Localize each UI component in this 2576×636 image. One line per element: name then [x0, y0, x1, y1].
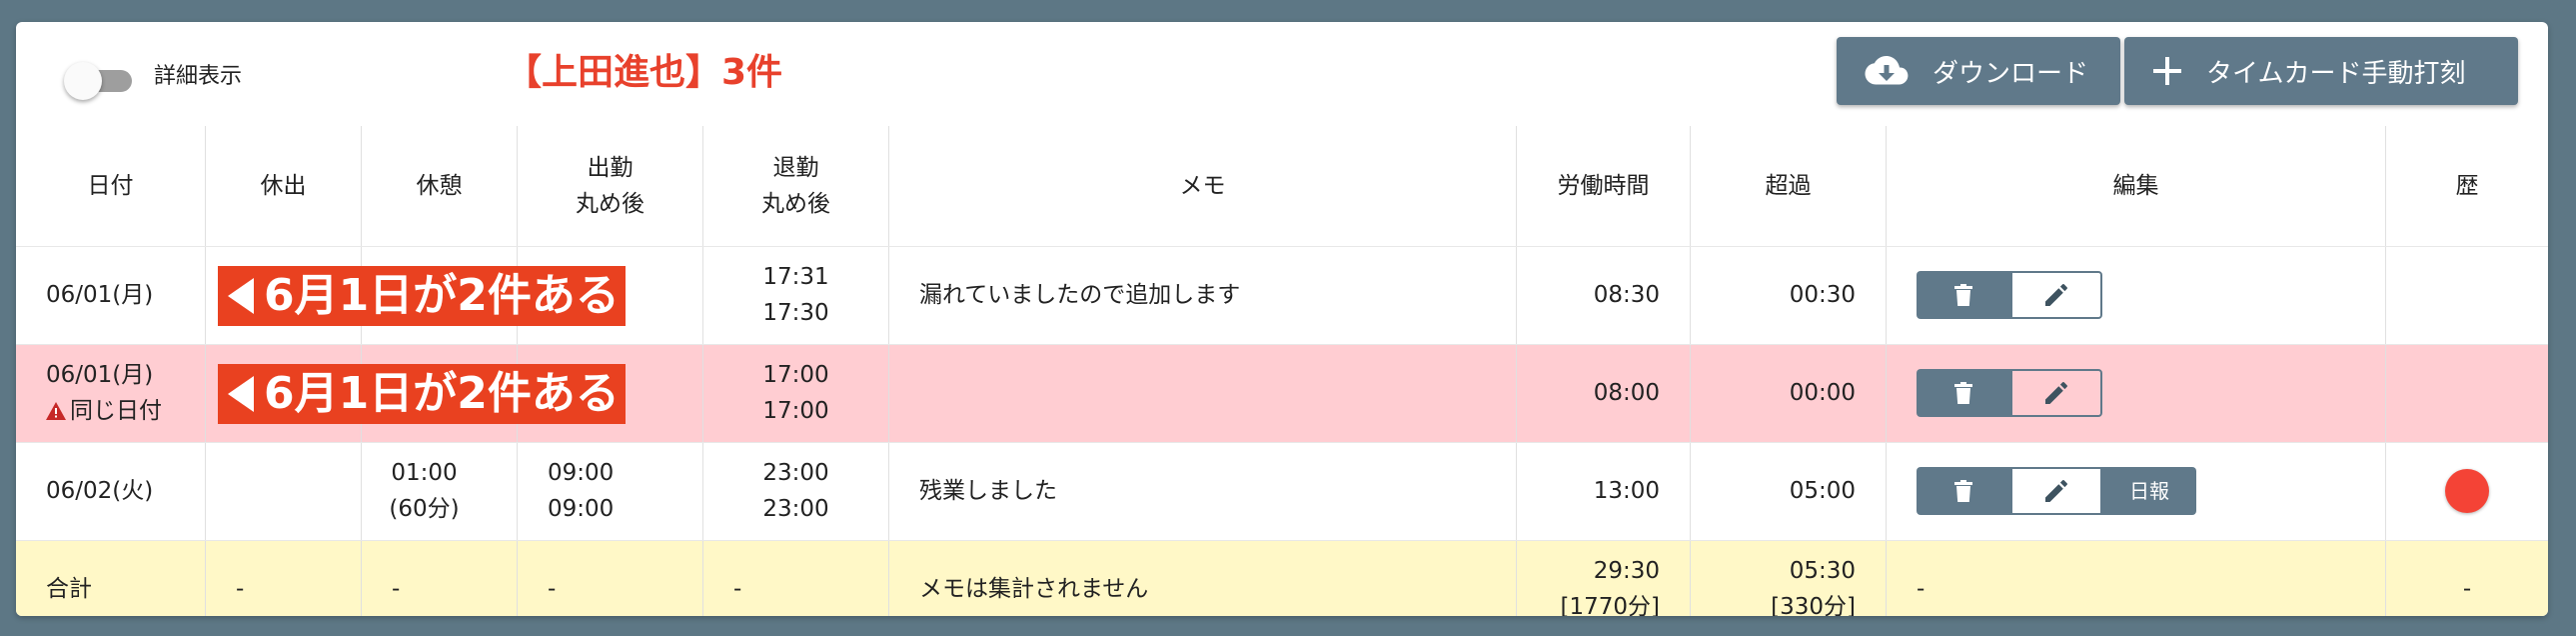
header-clock-out: 退勤 丸め後: [703, 126, 889, 246]
duplicate-date-callout: 6月1日が2件ある: [218, 364, 626, 424]
row-clock-out: 17:00 17:00: [703, 344, 889, 442]
edit-button[interactable]: [2010, 271, 2102, 319]
header-kyushutsu: 休出: [206, 126, 362, 246]
row-date: 06/01(月) 同じ日付: [16, 344, 206, 442]
row-divider: [16, 246, 2548, 247]
detail-toggle-label: 詳細表示: [154, 64, 243, 89]
row-divider: [16, 540, 2548, 541]
row-rest: 01:00 (60分): [362, 442, 518, 540]
row-actions: [1917, 271, 2385, 319]
table-header: 日付 休出 休憩 出勤 丸め後 退勤 丸め後 メモ 労働時間 超過 編集 歴: [16, 126, 2548, 246]
total-clock-out: -: [703, 540, 889, 616]
trash-icon: [1954, 480, 1972, 502]
total-history: -: [2462, 576, 2472, 602]
trash-icon: [1954, 382, 1972, 404]
left-arrow-icon: [228, 278, 254, 314]
row-overtime: 00:30: [1691, 246, 1887, 344]
daily-report-button[interactable]: 日報: [2102, 467, 2196, 515]
row-memo: 残業しました: [889, 442, 1517, 540]
left-arrow-icon: [228, 376, 254, 412]
pencil-icon: [2045, 480, 2067, 502]
row-edit-cell: 日報: [1887, 442, 2386, 540]
row-actions: 日報: [1917, 467, 2385, 515]
row-divider: [16, 344, 2548, 345]
delete-button[interactable]: [1917, 271, 2010, 319]
duplicate-warning: 同じ日付: [46, 393, 205, 429]
total-clock-in: -: [518, 540, 703, 616]
row-clock-out: 17:31 17:30: [703, 246, 889, 344]
row-history: [2386, 246, 2548, 344]
row-clock-out: 23:00 23:00: [703, 442, 889, 540]
pencil-icon: [2045, 382, 2067, 404]
row-memo: [889, 344, 1517, 442]
history-indicator[interactable]: [2445, 469, 2489, 513]
total-row: 合計 - - - - メモは集計されません 29:30 [1770分] 05:30…: [16, 540, 2548, 616]
header-overtime: 超過: [1691, 126, 1887, 246]
row-clock-in: 09:00 09:00: [518, 442, 703, 540]
total-kyushutsu: -: [206, 540, 362, 616]
trash-icon: [1954, 284, 1972, 306]
row-date: 06/01(月): [16, 246, 206, 344]
duplicate-date-callout: 6月1日が2件ある: [218, 266, 626, 326]
toggle-knob: [64, 62, 102, 100]
total-label: 合計: [16, 540, 206, 616]
row-divider: [16, 442, 2548, 443]
header-rest: 休憩: [362, 126, 518, 246]
row-overtime: 05:00: [1691, 442, 1887, 540]
row-overtime: 00:00: [1691, 344, 1887, 442]
row-memo: 漏れていましたので追加します: [889, 246, 1517, 344]
download-button[interactable]: ダウンロード: [1837, 37, 2120, 105]
row-edit-cell: [1887, 246, 2386, 344]
timecard-card: 詳細表示 【上田進也】3件 ダウンロード タイムカード手動打刻 日付 休出 休憩…: [16, 22, 2548, 616]
page-title: 【上田進也】3件: [506, 52, 783, 93]
header-edit: 編集: [1887, 126, 2386, 246]
cloud-download-icon: [1865, 56, 1909, 85]
warning-icon: [46, 402, 66, 420]
row-kyushutsu: [206, 442, 362, 540]
row-history: [2386, 442, 2548, 540]
header-date: 日付: [16, 126, 206, 246]
row-history: [2386, 344, 2548, 442]
plus-icon: [2153, 57, 2181, 85]
row-edit-cell: [1887, 344, 2386, 442]
edit-button[interactable]: [2010, 467, 2102, 515]
total-work-time: 29:30 [1770分]: [1517, 540, 1691, 616]
toolbar: 詳細表示 【上田進也】3件 ダウンロード タイムカード手動打刻: [16, 22, 2548, 126]
header-history: 歴: [2455, 173, 2479, 199]
pencil-icon: [2045, 284, 2067, 306]
detail-toggle[interactable]: [64, 60, 146, 102]
download-label: ダウンロード: [1932, 58, 2089, 89]
row-work-time: 08:00: [1517, 344, 1691, 442]
table-row: 06/02(火) 01:00 (60分) 09:00 09:00 23:00 23:0…: [16, 442, 2548, 540]
edit-button[interactable]: [2010, 369, 2102, 417]
total-edit: -: [1887, 540, 2386, 616]
row-work-time: 08:30: [1517, 246, 1691, 344]
total-memo: メモは集計されません: [889, 540, 1517, 616]
header-work-time: 労働時間: [1517, 126, 1691, 246]
total-overtime: 05:30 [330分]: [1691, 540, 1887, 616]
header-memo: メモ: [889, 126, 1517, 246]
add-timecard-button[interactable]: タイムカード手動打刻: [2124, 37, 2518, 105]
row-actions: [1917, 369, 2385, 417]
total-rest: -: [362, 540, 518, 616]
row-work-time: 13:00: [1517, 442, 1691, 540]
row-date: 06/02(火): [16, 442, 206, 540]
add-timecard-label: タイムカード手動打刻: [2206, 58, 2466, 89]
header-clock-in: 出勤 丸め後: [518, 126, 703, 246]
delete-button[interactable]: [1917, 467, 2010, 515]
delete-button[interactable]: [1917, 369, 2010, 417]
